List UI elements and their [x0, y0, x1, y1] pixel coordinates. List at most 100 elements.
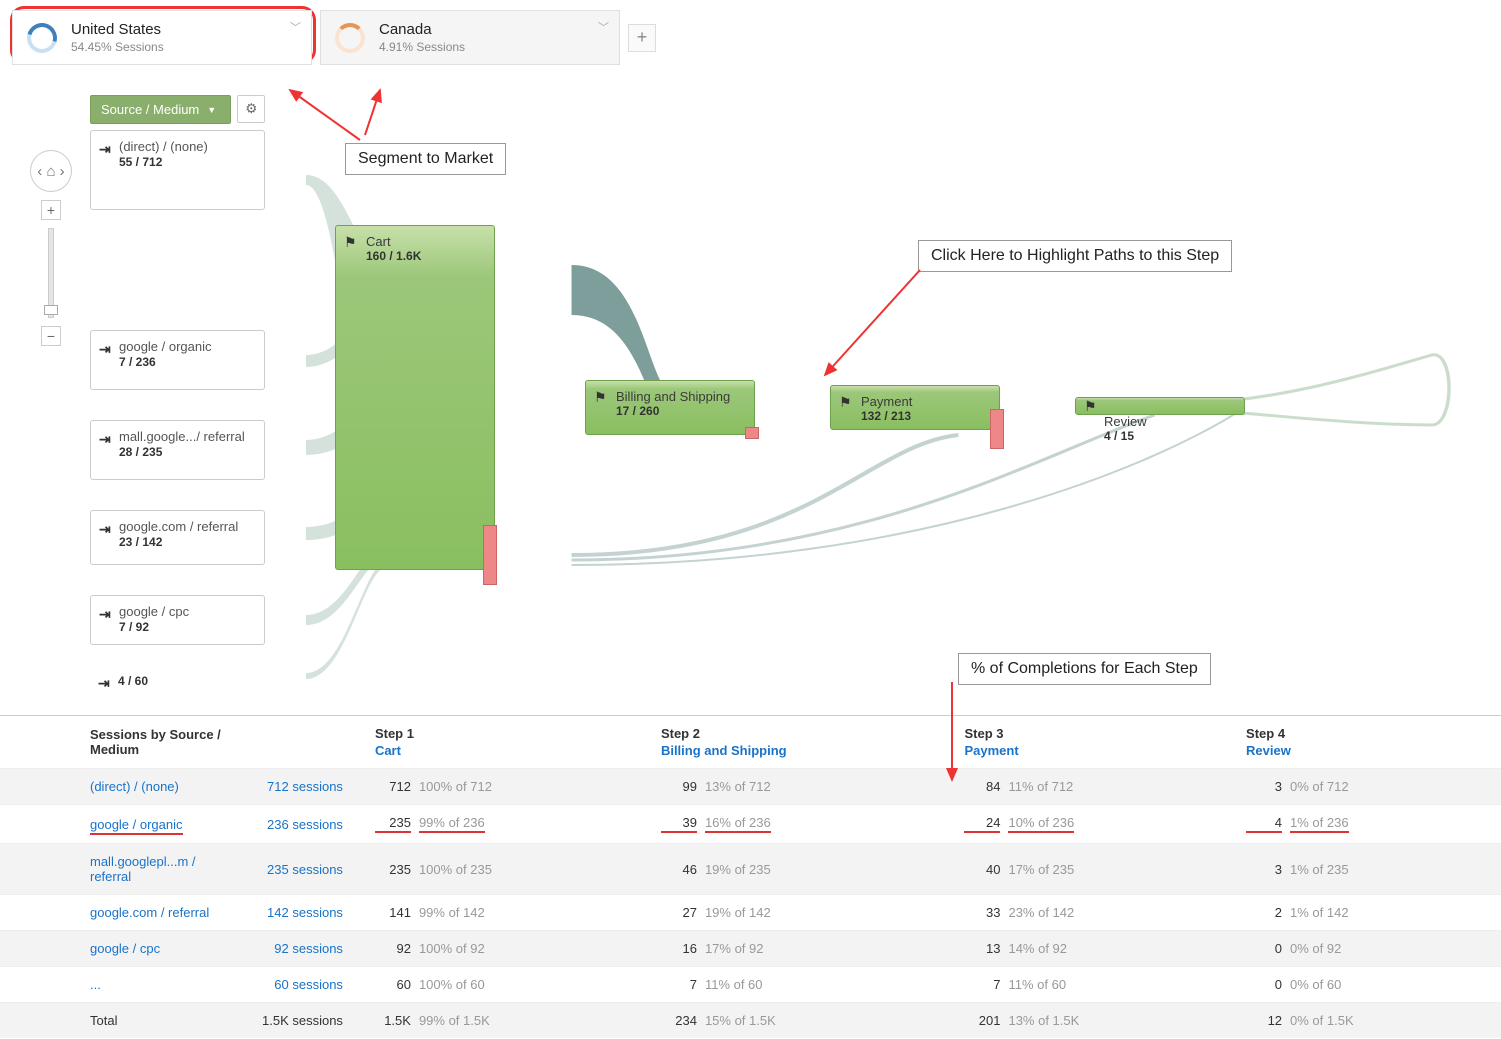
flag-icon: ⚑ — [839, 394, 852, 411]
source-link[interactable]: google.com / referral — [90, 905, 209, 920]
step-value-cell: 2410% of 236 — [952, 805, 1234, 844]
step-value-cell: 9913% of 712 — [649, 769, 953, 805]
zoom-slider[interactable] — [48, 228, 54, 318]
table-header-source: Sessions by Source / Medium — [0, 716, 250, 769]
table-header-step1[interactable]: Step 1Cart — [363, 716, 649, 769]
step-value-cell: 31% of 235 — [1234, 844, 1501, 895]
dimension-label: Source / Medium — [101, 102, 199, 117]
funnel-step-billing[interactable]: ⚑ Billing and Shipping 17 / 260 — [585, 380, 755, 435]
callout-segment: Segment to Market — [345, 143, 506, 175]
segment-tab-us[interactable]: United States 54.45% Sessions ﹀ — [12, 10, 312, 65]
source-title: mall.google.../ referral — [119, 429, 254, 444]
source-stats: 55 / 712 — [119, 155, 254, 169]
funnel-table: Sessions by Source / Medium Step 1Cart S… — [0, 715, 1501, 1038]
sessions-cell: 60 sessions — [250, 967, 363, 1003]
segment-title: United States — [71, 21, 164, 38]
gear-icon: ⚙ — [245, 101, 257, 117]
table-total-row: Total1.5K sessions1.5K99% of 1.5K23415% … — [0, 1003, 1501, 1039]
sessions-cell: 712 sessions — [250, 769, 363, 805]
step-value-cell: 711% of 60 — [952, 967, 1234, 1003]
home-nav-button[interactable]: ‹ ⌂ › — [30, 150, 72, 192]
table-row: ...60 sessions60100% of 60711% of 60711%… — [0, 967, 1501, 1003]
add-segment-button[interactable]: + — [628, 24, 656, 52]
source-link[interactable]: google / cpc — [90, 941, 160, 956]
step-stats: 160 / 1.6K — [366, 249, 484, 263]
step-value-cell: 41% of 236 — [1234, 805, 1501, 844]
table-row: mall.googlepl...m / referral235 sessions… — [0, 844, 1501, 895]
source-link[interactable]: ... — [90, 977, 101, 992]
segment-ring-icon — [335, 23, 365, 53]
source-title: google / organic — [119, 339, 254, 354]
segment-title: Canada — [379, 21, 465, 38]
step-value-cell: 1617% of 92 — [649, 931, 953, 967]
table-row: google.com / referral 142 sessions14199% … — [0, 895, 1501, 931]
flow-in-icon: ⇥ — [99, 521, 111, 538]
table-header-step3[interactable]: Step 3Payment — [952, 716, 1234, 769]
table-row: google / organic 236 sessions23599% of 23… — [0, 805, 1501, 844]
step-title: Billing and Shipping — [616, 389, 744, 404]
step-stats: 132 / 213 — [861, 409, 989, 423]
source-box[interactable]: ⇥ mall.google.../ referral 28 / 235 — [90, 420, 265, 480]
zoom-in-button[interactable]: + — [41, 200, 61, 220]
step-value-cell: 14199% of 142 — [363, 895, 649, 931]
segment-bar: United States 54.45% Sessions ﹀ Canada 4… — [0, 0, 1501, 75]
callout-completions: % of Completions for Each Step — [958, 653, 1211, 685]
source-stats: 7 / 236 — [119, 355, 254, 369]
settings-button[interactable]: ⚙ — [237, 95, 265, 123]
source-box[interactable]: ⇥ google.com / referral 23 / 142 — [90, 510, 265, 565]
step-value-cell: 712100% of 712 — [363, 769, 649, 805]
sessions-cell: 236 sessions — [250, 805, 363, 844]
flow-in-icon: ⇥ — [99, 431, 111, 448]
source-box[interactable]: ⇥ 4 / 60 — [90, 665, 265, 700]
arrow-annotation — [810, 265, 930, 395]
chevron-down-icon[interactable]: ﹀ — [598, 19, 609, 35]
caret-down-icon: ▼ — [207, 105, 216, 115]
segment-subtitle: 54.45% Sessions — [71, 40, 164, 54]
source-link[interactable]: mall.googlepl...m / referral — [90, 854, 196, 884]
source-stats: 7 / 92 — [119, 620, 254, 634]
flag-icon: ⚑ — [1084, 398, 1097, 415]
step-value-cell: 235100% of 235 — [363, 844, 649, 895]
step-value-cell: 00% of 92 — [1234, 931, 1501, 967]
step-value-cell: 3323% of 142 — [952, 895, 1234, 931]
flow-in-icon: ⇥ — [99, 606, 111, 623]
chevron-down-icon[interactable]: ﹀ — [290, 19, 301, 35]
step-title: Cart — [366, 234, 484, 249]
source-link[interactable]: (direct) / (none) — [90, 779, 179, 794]
dropoff-bar — [745, 427, 759, 439]
dropoff-bar — [483, 525, 497, 585]
funnel-step-review[interactable]: ⚑ Review 4 / 15 — [1075, 397, 1245, 415]
flag-icon: ⚑ — [594, 389, 607, 406]
funnel-step-payment[interactable]: ⚑ Payment 132 / 213 — [830, 385, 1000, 430]
sessions-cell: 92 sessions — [250, 931, 363, 967]
step-value-cell: 00% of 60 — [1234, 967, 1501, 1003]
step-stats: 17 / 260 — [616, 404, 744, 418]
table-header-step2[interactable]: Step 2Billing and Shipping — [649, 716, 953, 769]
sessions-cell: 142 sessions — [250, 895, 363, 931]
segment-tab-canada[interactable]: Canada 4.91% Sessions ﹀ — [320, 10, 620, 65]
source-box[interactable]: ⇥ (direct) / (none) 55 / 712 — [90, 130, 265, 210]
source-link[interactable]: google / organic — [90, 817, 183, 835]
funnel-step-cart[interactable]: ⚑ Cart 160 / 1.6K — [335, 225, 495, 570]
flow-in-icon: ⇥ — [99, 141, 111, 158]
step-value-cell: 711% of 60 — [649, 967, 953, 1003]
segment-subtitle: 4.91% Sessions — [379, 40, 465, 54]
dimension-selector[interactable]: Source / Medium ▼ — [90, 95, 231, 124]
flow-in-icon: ⇥ — [99, 341, 111, 358]
step-value-cell: 4017% of 235 — [952, 844, 1234, 895]
table-row: (direct) / (none) 712 sessions712100% of … — [0, 769, 1501, 805]
zoom-out-button[interactable]: − — [41, 326, 61, 346]
step-value-cell: 1314% of 92 — [952, 931, 1234, 967]
step-value-cell: 23599% of 236 — [363, 805, 649, 844]
step-value-cell: 21% of 142 — [1234, 895, 1501, 931]
callout-highlight: Click Here to Highlight Paths to this St… — [918, 240, 1232, 272]
segment-ring-icon — [22, 17, 63, 58]
flag-icon: ⚑ — [344, 234, 357, 251]
zoom-handle[interactable] — [44, 305, 58, 315]
flow-in-icon: ⇥ — [98, 675, 110, 692]
source-box[interactable]: ⇥ google / cpc 7 / 92 — [90, 595, 265, 645]
source-title: google.com / referral — [119, 519, 254, 534]
table-header-step4[interactable]: Step 4Review — [1234, 716, 1501, 769]
source-box[interactable]: ⇥ google / organic 7 / 236 — [90, 330, 265, 390]
step-value-cell: 60100% of 60 — [363, 967, 649, 1003]
